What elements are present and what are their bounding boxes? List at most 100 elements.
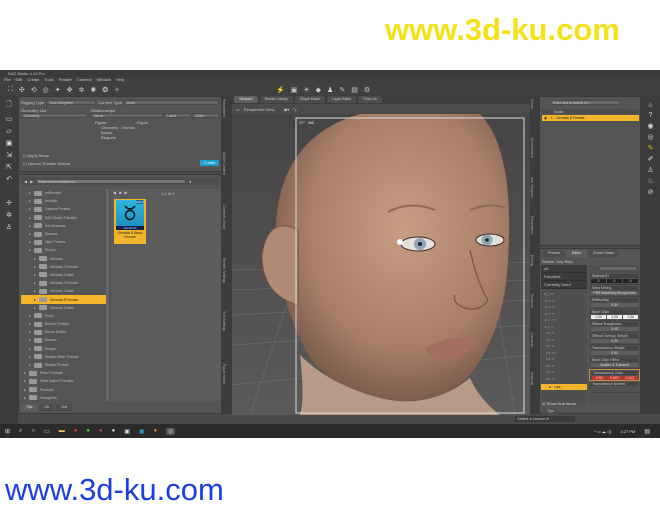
explorer-icon[interactable]: ▬ — [59, 428, 65, 434]
launch-transfer-checkbox[interactable]: ☐ Launch Transfer Wizard — [23, 161, 70, 166]
folder-item[interactable]: ▸ Props — [21, 312, 107, 320]
start-icon[interactable]: ⊞ — [5, 428, 10, 435]
vtab-surfaces[interactable]: Surfaces — [530, 291, 534, 330]
content-type-select[interactable]: Actor — [124, 100, 220, 105]
surface-property[interactable]: Transmission Normal — [589, 381, 640, 393]
geometry-tool-icon[interactable]: ✲ — [79, 86, 85, 94]
property-values[interactable]: 000 — [591, 279, 638, 283]
import-icon[interactable]: ⇲ — [6, 151, 12, 159]
brush-icon[interactable]: ✎ — [648, 144, 654, 152]
tab-shape-match[interactable]: Shape Match — [294, 96, 326, 103]
expand-arrow-icon[interactable]: ▸ — [29, 361, 31, 369]
rotate-tool-icon[interactable]: ⟲ — [31, 86, 37, 94]
folder-item[interactable]: ▸ Shader Presets — [21, 361, 107, 369]
forward-icon[interactable]: ▶ — [30, 179, 33, 184]
app3-icon[interactable]: ▣ — [124, 428, 130, 435]
surface-property[interactable]: Translucency Color 0.30 0.607 0.012 — [589, 369, 640, 381]
tips-tab[interactable]: Tips — [542, 408, 559, 415]
folder-item[interactable]: ▸ Shader Mixer Tutorial — [21, 353, 107, 361]
open-file-icon[interactable]: ▭ — [6, 115, 13, 123]
expand-arrow-icon[interactable]: ▸ — [34, 263, 36, 271]
vtab-parameters[interactable]: Parameters — [222, 96, 226, 149]
expand-arrow-icon[interactable]: ▸ — [29, 230, 31, 238]
app4-icon[interactable]: ▣ — [139, 428, 145, 435]
folder-item[interactable]: ▸ Scenes — [21, 336, 107, 344]
vtab-shaping[interactable]: Shaping — [530, 369, 534, 408]
folder-item[interactable]: ▸ Categories — [21, 394, 107, 401]
folder-item[interactable]: ▸ Genesis 3 Male — [21, 287, 107, 295]
property-value[interactable]: 1.00 — [623, 315, 638, 319]
vtab-content-library[interactable]: Content Library — [222, 202, 226, 255]
browser-icon[interactable]: ● — [74, 428, 78, 434]
property-values[interactable]: PBR Metallicity/Roughness — [591, 291, 638, 295]
rotate-icon[interactable]: ✲ — [6, 211, 12, 219]
property-value[interactable]: PBR Metallicity/Roughness — [591, 291, 638, 295]
folder-item[interactable]: ▸ Scene Builder — [21, 328, 107, 336]
expand-arrow-icon[interactable]: ▸ — [29, 345, 31, 353]
rigging-type-select[interactable]: Triax Weighted — [46, 100, 97, 105]
surface-property[interactable]: Base Color 1.00 1.00 1.00 — [589, 309, 640, 321]
next-page-icon[interactable]: ▶ — [125, 190, 128, 195]
expand-arrow-icon[interactable]: ▸ — [34, 255, 36, 263]
new-file-icon[interactable]: 🗋 — [6, 100, 12, 111]
property-search-input[interactable] — [599, 266, 637, 271]
primitive-icon[interactable]: ◆ — [316, 86, 321, 94]
export-icon[interactable]: ⇱ — [6, 163, 12, 171]
visibility-icon[interactable]: ◉ — [544, 114, 547, 122]
expand-arrow-icon[interactable]: ▸ — [29, 214, 31, 222]
folder-item[interactable]: ▸ Camera Presets — [21, 205, 107, 213]
folder-item[interactable]: ▸ DzUniversals — [21, 222, 107, 230]
property-value[interactable]: 0.607 — [607, 376, 622, 380]
property-value[interactable]: 0.012 — [622, 376, 637, 380]
surface-filter[interactable]: Currently Used — [541, 281, 587, 289]
shown-select[interactable]: Key Misc — [556, 259, 572, 264]
compass-icon[interactable]: ⊘ — [648, 188, 654, 196]
expand-arrow-icon[interactable]: ▸ — [29, 353, 31, 361]
tab-viewport[interactable]: Viewport — [234, 96, 258, 103]
aspect-icon[interactable]: ⤡ — [293, 107, 296, 112]
library-footer-tab[interactable]: Lib — [39, 404, 55, 411]
transform-tool-icon[interactable]: ✧ — [114, 86, 120, 94]
scene-node[interactable]: ◉ ⚠ Genesis 8 Female — [542, 115, 639, 121]
scale-tool-icon[interactable]: ◎ — [43, 86, 49, 94]
pose-tool-icon[interactable]: ✦ — [55, 86, 61, 94]
folder-item[interactable]: ▸ Genesis 8 Male — [21, 304, 107, 312]
asset-tile[interactable]: Actor GENESIS Genesis 8 Basic Female — [114, 199, 146, 244]
expand-arrow-icon[interactable]: ▸ — [24, 386, 26, 394]
column-header-order[interactable]: Order — [192, 113, 219, 118]
column-header-name[interactable]: Name — [91, 113, 164, 118]
library-search-input[interactable]: Enter text to search for... — [36, 178, 187, 184]
vtab-posing[interactable]: Posing — [530, 252, 534, 291]
property-values[interactable]: 0.50 — [591, 303, 638, 307]
property-value[interactable]: 0 — [591, 279, 606, 283]
tab-presets[interactable]: Presets — [543, 250, 565, 257]
expand-arrow-icon[interactable]: ▸ — [24, 369, 26, 377]
library-footer-tab[interactable]: Tips — [21, 404, 38, 411]
settings-icon[interactable]: ⚙ — [364, 86, 370, 94]
folder-item[interactable]: ▸ Genesis 2 Male — [21, 271, 107, 279]
property-value[interactable]: 0 — [623, 279, 638, 283]
tab-shader-baker[interactable]: Shader Baker — [588, 250, 620, 257]
viewport-scene[interactable]: 277 · 366 — [232, 114, 530, 415]
view-options-icon[interactable]: ● — [189, 179, 191, 184]
chrome-icon[interactable]: ● — [86, 428, 90, 434]
app2-icon[interactable]: ● — [112, 428, 116, 434]
light-icon[interactable]: ☀ — [303, 86, 309, 94]
joint-tool-icon[interactable]: ✥ — [67, 86, 73, 94]
hierarchy-node[interactable]: Regions — [95, 135, 135, 140]
vtab-smart-content[interactable]: Smart Content — [222, 149, 226, 202]
property-values[interactable]: 0.00 — [591, 327, 638, 331]
column-header-label[interactable]: Label — [164, 113, 192, 118]
dropper-icon[interactable]: ✐ — [648, 155, 654, 163]
surface-property[interactable]: Base Color Effect Scatter & Transmit — [589, 357, 640, 369]
render-icon[interactable]: ⚡ — [276, 86, 285, 94]
move-icon[interactable]: ✛ — [6, 199, 12, 207]
property-value[interactable]: 0.30 — [592, 376, 607, 380]
folder-item[interactable]: ▸ Products — [21, 386, 107, 394]
save-icon[interactable]: ▤ — [351, 86, 358, 94]
expand-arrow-icon[interactable]: ▸ — [29, 320, 31, 328]
property-value[interactable]: 0.50 — [591, 303, 638, 307]
folder-item[interactable]: ▸ Render Presets — [21, 320, 107, 328]
folder-item[interactable]: ▸ Genesis 8 Female — [21, 295, 107, 304]
expand-arrow-icon[interactable]: ▸ — [29, 336, 31, 344]
